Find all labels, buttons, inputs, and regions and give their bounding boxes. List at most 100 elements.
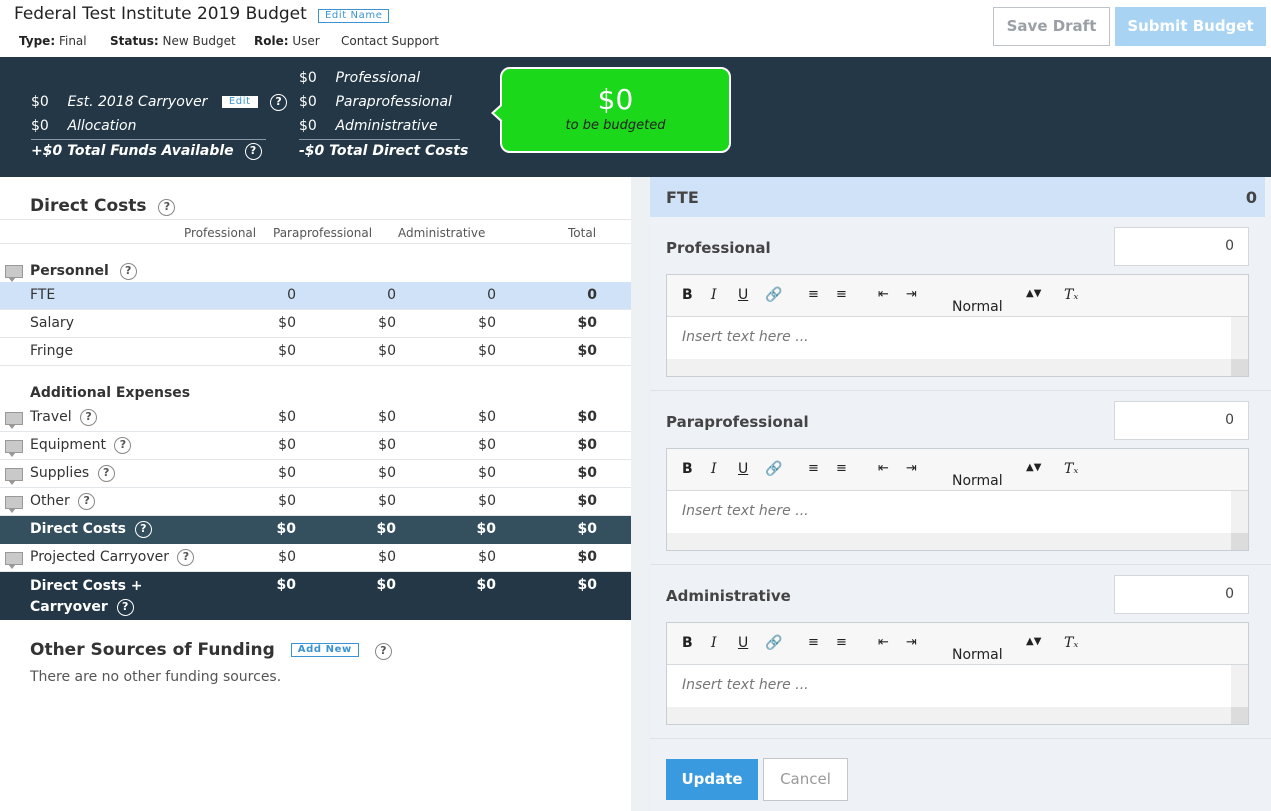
professional-section: Professional 0 B I U 🔗 ≡ ≡ ⇤ ⇥ Normal ▲▼… <box>650 217 1271 391</box>
help-icon[interactable]: ? <box>134 521 152 538</box>
paraprofessional-notes-textarea[interactable]: Insert text here ... <box>667 491 1232 534</box>
link-icon[interactable]: 🔗 <box>765 287 782 303</box>
professional-cost-row: $0 Professional <box>299 70 420 86</box>
help-icon[interactable]: ? <box>177 549 195 566</box>
panel-divider <box>631 177 650 811</box>
underline-icon[interactable]: U <box>738 635 748 651</box>
paraprofessional-cost-amount: $0 <box>299 94 317 110</box>
help-icon[interactable]: ? <box>114 437 132 454</box>
submit-budget-button[interactable]: Submit Budget <box>1115 7 1266 46</box>
professional-notes-textarea[interactable]: Insert text here ... <box>667 317 1232 360</box>
italic-icon[interactable]: I <box>711 461 717 477</box>
italic-icon[interactable]: I <box>711 287 717 303</box>
cell-total: $0 <box>577 437 597 453</box>
administrative-fte-input[interactable]: 0 <box>1114 575 1249 614</box>
clear-format-icon[interactable]: Tₓ <box>1064 287 1078 303</box>
other-funding-heading: Other Sources of Funding Add New ? <box>30 640 392 660</box>
table-row-fte[interactable]: FTE 0 0 0 0 <box>0 282 631 310</box>
bullet-list-icon[interactable]: ≡ <box>836 635 847 650</box>
paraprofessional-cost-label: Paraprofessional <box>335 94 452 110</box>
row-label: Salary <box>30 315 74 331</box>
table-row-salary[interactable]: Salary $0 $0 $0 $0 <box>0 310 631 338</box>
row-label-wrap: Other ? <box>30 493 96 510</box>
horizontal-scrollbar[interactable] <box>667 359 1232 376</box>
table-row-equipment[interactable]: Equipment ? $0 $0 $0 $0 <box>0 432 631 460</box>
horizontal-scrollbar[interactable] <box>667 707 1232 724</box>
bullet-list-icon[interactable]: ≡ <box>836 461 847 476</box>
column-header-total: Total <box>568 226 597 240</box>
cell-paraprofessional: $0 <box>378 465 396 481</box>
row-label: Fringe <box>30 343 74 359</box>
select-arrows-icon: ▲▼ <box>1026 462 1042 473</box>
underline-icon[interactable]: U <box>738 461 748 477</box>
professional-fte-input[interactable]: 0 <box>1114 227 1249 266</box>
paraprofessional-rich-text-editor: B I U 🔗 ≡ ≡ ⇤ ⇥ Normal ▲▼ Tₓ Insert text… <box>666 448 1249 551</box>
table-row-projected-carryover[interactable]: Projected Carryover ? $0 $0 $0 $0 <box>0 544 631 572</box>
cell-paraprofessional: $0 <box>378 343 396 359</box>
outdent-icon[interactable]: ⇤ <box>878 635 889 650</box>
administrative-notes-textarea[interactable]: Insert text here ... <box>667 665 1232 708</box>
link-icon[interactable]: 🔗 <box>765 635 782 651</box>
cell-professional: $0 <box>278 465 296 481</box>
save-draft-button[interactable]: Save Draft <box>993 7 1110 46</box>
ordered-list-icon[interactable]: ≡ <box>808 461 819 476</box>
clear-format-icon[interactable]: Tₓ <box>1064 461 1078 477</box>
link-icon[interactable]: 🔗 <box>765 461 782 477</box>
cell-administrative: $0 <box>478 549 496 565</box>
cell-professional: $0 <box>276 521 296 537</box>
underline-icon[interactable]: U <box>738 287 748 303</box>
help-icon[interactable]: ? <box>374 643 392 660</box>
outdent-icon[interactable]: ⇤ <box>878 287 889 302</box>
bullet-list-icon[interactable]: ≡ <box>836 287 847 302</box>
fte-title: FTE <box>666 188 699 207</box>
help-icon[interactable]: ? <box>80 409 98 426</box>
help-icon[interactable]: ? <box>78 493 96 510</box>
help-icon[interactable]: ? <box>270 94 288 111</box>
help-icon[interactable]: ? <box>97 465 115 482</box>
comment-icon[interactable] <box>5 265 23 282</box>
professional-cost-amount: $0 <box>299 70 317 86</box>
paraprofessional-fte-input[interactable]: 0 <box>1114 401 1249 440</box>
help-icon[interactable]: ? <box>244 143 262 160</box>
indent-icon[interactable]: ⇥ <box>906 461 917 476</box>
vertical-scrollbar[interactable] <box>1231 665 1248 708</box>
budget-remaining-label: to be budgeted <box>565 118 666 133</box>
bold-icon[interactable]: B <box>682 287 693 303</box>
cell-total: $0 <box>577 577 597 593</box>
ordered-list-icon[interactable]: ≡ <box>808 635 819 650</box>
horizontal-scrollbar[interactable] <box>667 533 1232 550</box>
help-icon[interactable]: ? <box>119 263 137 280</box>
edit-carryover-button[interactable]: Edit <box>221 96 258 108</box>
row-label: Travel <box>30 409 72 425</box>
contact-support-link[interactable]: Contact Support <box>341 34 439 48</box>
help-icon[interactable]: ? <box>158 199 176 216</box>
professional-rich-text-editor: B I U 🔗 ≡ ≡ ⇤ ⇥ Normal ▲▼ Tₓ Insert text… <box>666 274 1249 377</box>
edit-name-button[interactable]: Edit Name <box>318 9 390 23</box>
cell-total: $0 <box>577 409 597 425</box>
status-value: New Budget <box>162 34 236 48</box>
table-row-fringe[interactable]: Fringe $0 $0 $0 $0 <box>0 338 631 366</box>
indent-icon[interactable]: ⇥ <box>906 635 917 650</box>
italic-icon[interactable]: I <box>711 635 717 651</box>
bold-icon[interactable]: B <box>682 635 693 651</box>
table-row-travel[interactable]: Travel ? $0 $0 $0 $0 <box>0 404 631 432</box>
cell-paraprofessional: $0 <box>378 437 396 453</box>
help-icon[interactable]: ? <box>116 599 134 616</box>
section-name: Administrative <box>666 587 791 605</box>
cell-professional: $0 <box>278 343 296 359</box>
administrative-cost-row: $0 Administrative <box>299 118 438 134</box>
select-arrows-icon: ▲▼ <box>1026 636 1042 647</box>
clear-format-icon[interactable]: Tₓ <box>1064 635 1078 651</box>
vertical-scrollbar[interactable] <box>1231 491 1248 534</box>
cancel-button[interactable]: Cancel <box>763 758 848 801</box>
cell-paraprofessional: $0 <box>378 549 396 565</box>
ordered-list-icon[interactable]: ≡ <box>808 287 819 302</box>
table-row-other[interactable]: Other ? $0 $0 $0 $0 <box>0 488 631 516</box>
outdent-icon[interactable]: ⇤ <box>878 461 889 476</box>
bold-icon[interactable]: B <box>682 461 693 477</box>
table-row-supplies[interactable]: Supplies ? $0 $0 $0 $0 <box>0 460 631 488</box>
update-button[interactable]: Update <box>666 759 758 800</box>
add-new-funding-button[interactable]: Add New <box>290 643 359 657</box>
indent-icon[interactable]: ⇥ <box>906 287 917 302</box>
vertical-scrollbar[interactable] <box>1231 317 1248 360</box>
